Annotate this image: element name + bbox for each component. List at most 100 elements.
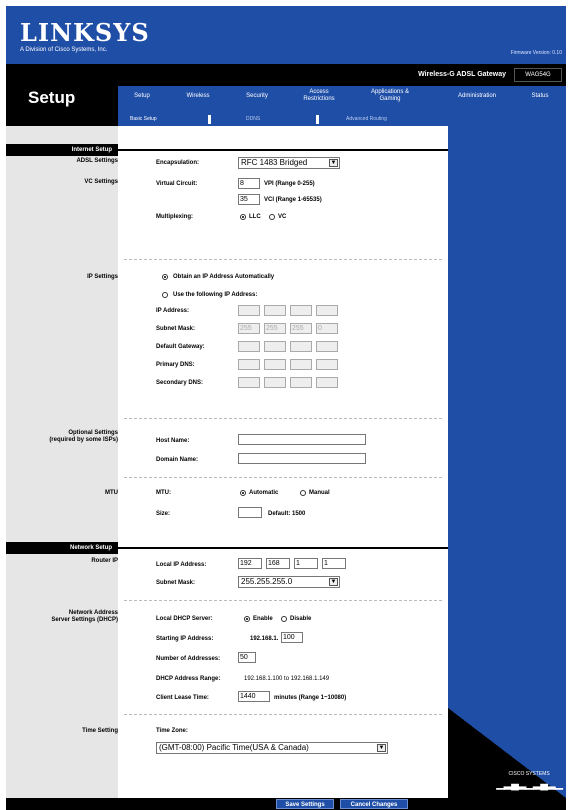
subnet-octet-input[interactable]: 0 (316, 323, 338, 334)
subnet-octet-input[interactable]: 255 (264, 323, 286, 334)
main-tabs: Setup Wireless Security Access Restricti… (118, 86, 566, 114)
label-mtu: MTU (105, 490, 118, 496)
tab-applications-gaming[interactable]: Applications & Gaming (360, 89, 420, 103)
mtu-size-hint: Default: 1500 (268, 511, 306, 517)
llc-radio[interactable] (240, 214, 246, 220)
mtu-automatic-radio[interactable] (240, 490, 246, 496)
dhcp-server-label: Local DHCP Server: (156, 616, 213, 622)
section-divider (124, 600, 442, 601)
footer-bar: Save Settings Cancel Changes (6, 798, 566, 810)
tab-administration[interactable]: Administration (446, 93, 508, 100)
encapsulation-label: Encapsulation: (156, 160, 200, 166)
section-divider (124, 714, 442, 715)
vci-input[interactable]: 35 (238, 194, 260, 205)
subnet-octet-input[interactable]: 255 (238, 323, 260, 334)
mtu-manual-radio[interactable] (300, 490, 306, 496)
tab-access-restrictions[interactable]: Access Restrictions (294, 89, 344, 103)
group-divider (118, 547, 448, 549)
dhcp-start-input[interactable]: 100 (281, 632, 303, 643)
primary-dns-octet-input[interactable] (238, 359, 260, 370)
host-name-input[interactable] (238, 434, 366, 445)
subtab-separator (316, 115, 319, 124)
primary-dns-octet-input[interactable] (316, 359, 338, 370)
linksys-logo: LINKSYS (20, 18, 150, 47)
local-ip-octet-input[interactable]: 192 (238, 558, 262, 569)
cancel-changes-button[interactable]: Cancel Changes (340, 799, 408, 809)
primary-dns-octet-input[interactable] (264, 359, 286, 370)
label-time-setting: Time Setting (82, 728, 118, 734)
host-name-label: Host Name: (156, 438, 190, 444)
auto-ip-radio[interactable] (162, 274, 168, 280)
mtu-manual-label: Manual (309, 490, 330, 496)
label-ip-settings: IP Settings (87, 274, 118, 280)
subtab-basic-setup[interactable]: Basic Setup (130, 116, 157, 122)
product-name: Wireless-G ADSL Gateway (418, 71, 506, 78)
dhcp-range-label: DHCP Address Range: (156, 676, 221, 682)
mtu-size-input[interactable] (238, 507, 262, 518)
ip-octet-input[interactable] (238, 305, 260, 316)
multiplexing-label: Multiplexing: (156, 214, 193, 220)
firmware-version: Firmware Version: 0.10 (510, 50, 562, 56)
ip-octet-input[interactable] (290, 305, 312, 316)
dhcp-disable-radio[interactable] (281, 616, 287, 622)
tab-wireless[interactable]: Wireless (178, 93, 218, 100)
save-settings-button[interactable]: Save Settings (276, 799, 334, 809)
static-ip-radio[interactable] (162, 292, 168, 298)
encapsulation-select[interactable]: RFC 1483 Bridged ▼ (238, 157, 340, 169)
vci-hint: VCI (Range 1-65535) (264, 197, 322, 203)
time-zone-value: (GMT-08:00) Pacific Time(USA & Canada) (159, 743, 309, 752)
router-setup-page: LINKSYS A Division of Cisco Systems, Inc… (6, 6, 566, 810)
dhcp-start-prefix: 192.168.1. (250, 636, 279, 642)
cisco-bars-icon: ▁▂▄▂▁▂▄▂▁ (496, 778, 563, 790)
subnet-octet-input[interactable]: 255 (290, 323, 312, 334)
primary-dns-octet-input[interactable] (290, 359, 312, 370)
vpi-input[interactable]: 8 (238, 178, 260, 189)
router-subnet-select[interactable]: 255.255.255.0 ▼ (238, 576, 340, 588)
lease-time-hint: minutes (Range 1~10080) (274, 695, 347, 701)
dhcp-count-input[interactable]: 50 (238, 652, 256, 663)
ip-octet-input[interactable] (264, 305, 286, 316)
secondary-dns-octet-input[interactable] (238, 377, 260, 388)
virtual-circuit-label: Virtual Circuit: (156, 181, 198, 187)
optional-settings-title: Optional Settings (68, 430, 118, 436)
section-divider (124, 418, 442, 419)
local-ip-octet-input[interactable]: 1 (322, 558, 346, 569)
optional-settings-sub: (required by some ISPs) (49, 437, 118, 443)
secondary-dns-label: Secondary DNS: (156, 380, 204, 386)
lease-time-input[interactable]: 1440 (238, 691, 270, 702)
dhcp-enable-radio[interactable] (244, 616, 250, 622)
group-divider (118, 149, 448, 151)
gateway-octet-input[interactable] (316, 341, 338, 352)
dhcp-settings-title: Network Address (68, 610, 118, 616)
secondary-dns-octet-input[interactable] (264, 377, 286, 388)
secondary-dns-octet-input[interactable] (316, 377, 338, 388)
secondary-dns-octet-input[interactable] (290, 377, 312, 388)
group-internet-setup: Internet Setup (6, 144, 118, 156)
group-network-setup: Network Setup (6, 542, 118, 554)
local-ip-octet-input[interactable]: 168 (266, 558, 290, 569)
gateway-octet-input[interactable] (238, 341, 260, 352)
subtab-advanced-routing[interactable]: Advanced Routing (346, 116, 387, 122)
local-ip-octet-input[interactable]: 1 (294, 558, 318, 569)
title-row: Wireless-G ADSL Gateway WAG54G (6, 64, 566, 86)
domain-name-input[interactable] (238, 453, 366, 464)
top-header: LINKSYS A Division of Cisco Systems, Inc… (6, 6, 566, 64)
subtab-ddns[interactable]: DDNS (246, 116, 260, 122)
time-zone-select[interactable]: (GMT-08:00) Pacific Time(USA & Canada) ▼ (156, 742, 388, 754)
dhcp-count-label: Number of Addresses: (156, 656, 221, 662)
label-router-ip: Router IP (91, 558, 118, 564)
gateway-octet-input[interactable] (264, 341, 286, 352)
chevron-down-icon: ▼ (329, 578, 338, 586)
dhcp-disable-label: Disable (290, 616, 312, 622)
tab-security[interactable]: Security (236, 93, 278, 100)
right-help-column: CISCO SYSTEMS ▁▂▄▂▁▂▄▂▁ (448, 126, 566, 798)
left-label-column (6, 126, 118, 798)
tab-status[interactable]: Status (520, 93, 560, 100)
vc-radio[interactable] (269, 214, 275, 220)
gateway-octet-input[interactable] (290, 341, 312, 352)
encapsulation-value: RFC 1483 Bridged (241, 158, 308, 167)
tab-setup[interactable]: Setup (128, 93, 156, 100)
domain-name-label: Domain Name: (156, 457, 199, 463)
ip-octet-input[interactable] (316, 305, 338, 316)
dhcp-settings-sub: Server Settings (DHCP) (51, 617, 118, 623)
